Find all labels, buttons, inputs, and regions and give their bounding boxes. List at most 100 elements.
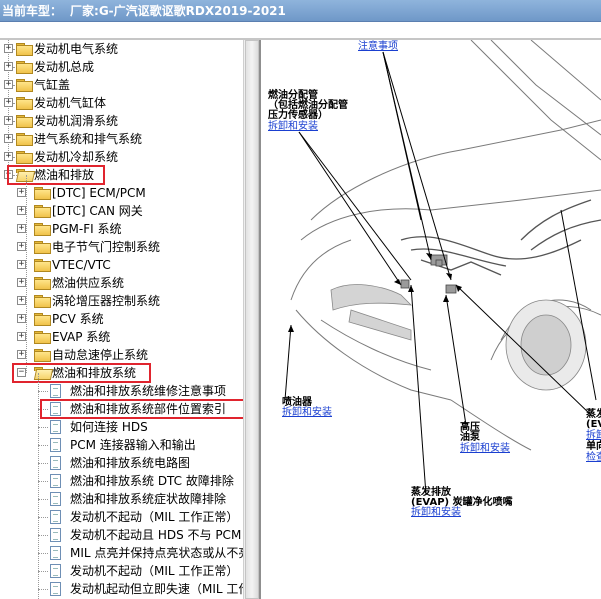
expand-toggle[interactable]: + xyxy=(17,314,26,323)
folder-icon xyxy=(34,331,51,344)
right-title-3: 单向 xyxy=(586,441,601,452)
tree-leaf-4[interactable]: PCM 连接器输入和输出 xyxy=(70,436,196,454)
folder-icon xyxy=(16,151,33,164)
tree-leaf-1[interactable]: 燃油和排放系统维修注意事项 xyxy=(70,382,226,400)
folder-icon xyxy=(16,79,33,92)
tree-scrollbar[interactable] xyxy=(243,40,260,599)
highlight-box xyxy=(12,363,151,383)
tree-subitem-4: 电子节气门控制系统 xyxy=(52,240,161,254)
right-link-1[interactable]: 拆卸 xyxy=(586,430,601,441)
expand-toggle[interactable]: + xyxy=(17,224,26,233)
tree-guide-line xyxy=(38,517,48,518)
tree-leaf-3[interactable]: 如何连接 HDS xyxy=(70,418,148,436)
tree-subitem-5: VTEC/VTC xyxy=(52,258,111,272)
tree-guide-line xyxy=(26,175,27,373)
folder-icon xyxy=(16,97,33,110)
tree-leaf-8[interactable]: 发动机不起动（MIL 工作正常） xyxy=(70,508,238,526)
tree-guide-line xyxy=(38,499,48,500)
scrollbar-thumb[interactable] xyxy=(245,40,259,599)
vehicle-label: 当前车型： xyxy=(2,4,63,18)
tree-leaf-7[interactable]: 燃油和排放系统症状故障排除 xyxy=(70,490,226,508)
folder-icon xyxy=(16,115,33,128)
folder-icon xyxy=(34,313,51,326)
highlight-box xyxy=(7,165,105,185)
tree-guide-line xyxy=(38,427,48,428)
document-icon xyxy=(50,492,61,506)
tree-item-5: 发动机润滑系统 xyxy=(34,114,119,128)
tree-subitem-8: PCV 系统 xyxy=(52,312,104,326)
tree-subitem-1: [DTC] ECM/PCM xyxy=(52,186,146,200)
folder-icon xyxy=(34,187,51,200)
vehicle-model: 厂家:G-广汽讴歌讴歌RDX2019-2021 xyxy=(70,4,286,18)
folder-icon xyxy=(16,133,33,146)
tree-item-3: 气缸盖 xyxy=(34,78,71,92)
folder-icon xyxy=(34,241,51,254)
tree-item-6: 进气系统和排气系统 xyxy=(34,132,143,146)
tree-subitem-7: 涡轮增压器控制系统 xyxy=(52,294,161,308)
tree-subitem-6: 燃油供应系统 xyxy=(52,276,125,290)
tree-item-4: 发动机气缸体 xyxy=(34,96,107,110)
expand-toggle[interactable]: + xyxy=(17,242,26,251)
document-icon xyxy=(50,456,61,470)
expand-toggle[interactable]: + xyxy=(17,206,26,215)
document-icon xyxy=(50,474,61,488)
folder-icon xyxy=(16,43,33,56)
tree-subitem-2: [DTC] CAN 网关 xyxy=(52,204,143,218)
component-location-diagram: 注意事项 燃油分配管 （包括燃油分配管 压力传感器） 拆卸和安装 喷油器 拆卸和… xyxy=(261,40,601,599)
document-icon xyxy=(50,438,61,452)
notes-link[interactable]: 注意事项 xyxy=(358,41,398,52)
document-icon xyxy=(50,546,61,560)
injector-link[interactable]: 拆卸和安装 xyxy=(282,407,332,418)
expand-toggle[interactable]: + xyxy=(4,80,13,89)
tree-guide-line xyxy=(38,445,48,446)
document-icon xyxy=(50,420,61,434)
folder-icon xyxy=(34,259,51,272)
tree-item-7: 发动机冷却系统 xyxy=(34,150,119,164)
folder-icon xyxy=(34,223,51,236)
expand-toggle[interactable]: + xyxy=(17,260,26,269)
pump-link[interactable]: 拆卸和安装 xyxy=(460,443,510,454)
tree-guide-line xyxy=(38,571,48,572)
expand-toggle[interactable]: + xyxy=(17,350,26,359)
expand-toggle[interactable]: + xyxy=(4,116,13,125)
tree-guide-line xyxy=(38,373,39,599)
tree-subitem-10: 自动怠速停止系统 xyxy=(52,348,149,362)
expand-toggle[interactable]: + xyxy=(4,44,13,53)
tree-leaf-12[interactable]: 发动机起动但立即失速（MIL 工作正常） xyxy=(70,580,243,598)
document-icon xyxy=(50,582,61,596)
expand-toggle[interactable]: + xyxy=(17,188,26,197)
tree-guide-line xyxy=(38,481,48,482)
expand-toggle[interactable]: + xyxy=(4,98,13,107)
navigation-tree[interactable]: + 发动机电气系统 + 发动机总成 + 气缸盖 + 发动机气缸体 + 发动机润滑系统 + 进气系统和排… xyxy=(0,40,243,599)
expand-toggle[interactable]: + xyxy=(4,134,13,143)
tree-item-2: 发动机总成 xyxy=(34,60,95,74)
tree-guide-line xyxy=(38,391,48,392)
tree-leaf-6[interactable]: 燃油和排放系统 DTC 故障排除 xyxy=(70,472,234,490)
expand-toggle[interactable]: + xyxy=(17,332,26,341)
highlight-box xyxy=(40,399,243,419)
folder-icon xyxy=(16,61,33,74)
fuel-rail-link[interactable]: 拆卸和安装 xyxy=(268,121,318,132)
tree-subitem-3: PGM-FI 系统 xyxy=(52,222,122,236)
folder-icon xyxy=(34,205,51,218)
expand-toggle[interactable]: + xyxy=(4,62,13,71)
tree-guide-line xyxy=(38,589,48,590)
expand-toggle[interactable]: + xyxy=(17,296,26,305)
tree-leaf-11[interactable]: 发动机不起动（MIL 工作正常） xyxy=(70,562,238,580)
document-icon xyxy=(50,510,61,524)
tree-leaf-5[interactable]: 燃油和排放系统电路图 xyxy=(70,454,190,472)
folder-icon xyxy=(34,295,51,308)
evap-link[interactable]: 拆卸和安装 xyxy=(411,507,461,518)
fuel-rail-subtitle-2: 压力传感器） xyxy=(268,110,328,121)
tree-leaf-10[interactable]: MIL 点亮并保持点亮状态或从不亮 xyxy=(70,544,243,562)
right-title-2: (EV xyxy=(586,419,601,430)
right-link-2[interactable]: 检查 xyxy=(586,452,601,463)
tree-guide-line xyxy=(38,535,48,536)
folder-icon xyxy=(34,277,51,290)
tree-leaf-9[interactable]: 发动机不起动且 HDS 不与 PCM 通信 xyxy=(70,526,243,544)
pump-title-2: 油泵 xyxy=(460,432,480,443)
folder-icon xyxy=(34,349,51,362)
expand-toggle[interactable]: + xyxy=(17,278,26,287)
tree-guide-line xyxy=(38,463,48,464)
expand-toggle[interactable]: + xyxy=(4,152,13,161)
